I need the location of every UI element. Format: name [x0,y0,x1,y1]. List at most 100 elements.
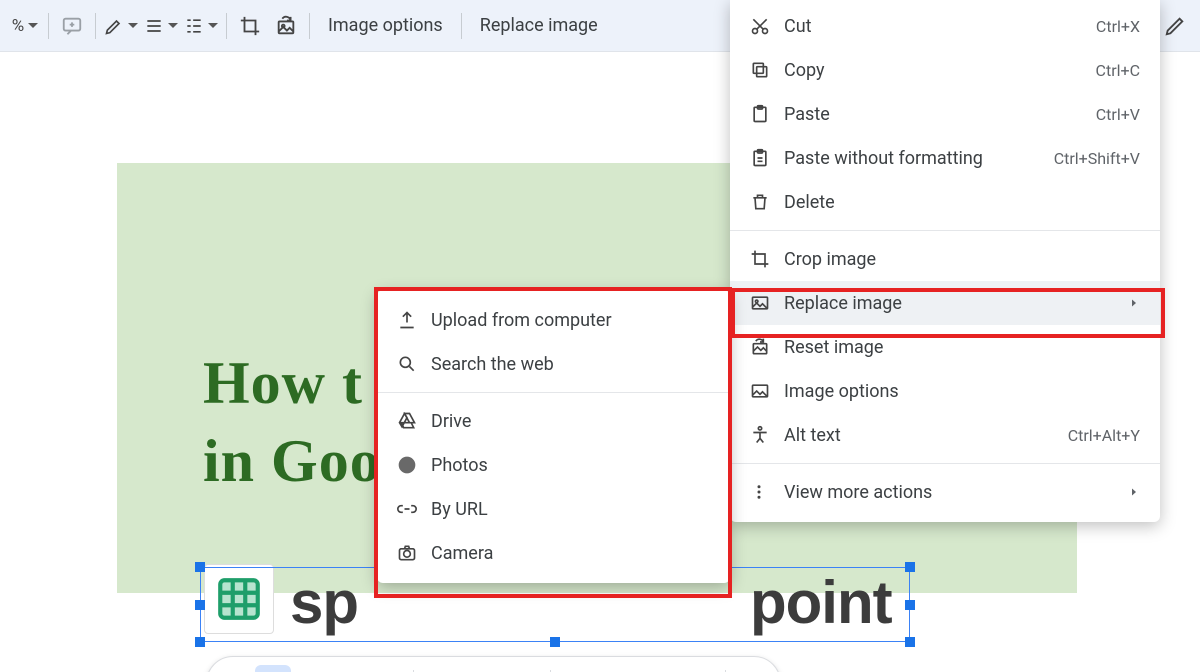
page-text-line1: How t [203,349,363,418]
ctx-cut-label: Cut [784,16,1096,37]
accessibility-icon [750,425,784,445]
resize-handle[interactable] [195,637,205,647]
crop-icon [750,249,784,269]
chevron-right-icon [1128,297,1140,309]
ctx-copy-label: Copy [784,60,1096,81]
sub-drive-label: Drive [431,411,710,432]
sub-camera-label: Camera [431,543,710,564]
sub-drive[interactable]: Drive [377,399,730,443]
ctx-copy-kbd: Ctrl+C [1096,61,1140,80]
caret-down-icon [168,23,178,28]
toolbar-separator [461,13,462,39]
replace-image-label: Replace image [480,15,598,36]
caret-down-icon [128,23,138,28]
cut-icon [750,16,784,36]
ctx-delete[interactable]: Delete [730,180,1160,224]
resize-handle[interactable] [905,637,915,647]
ctx-replace-label: Replace image [784,293,1128,314]
highlight-button[interactable] [104,10,138,42]
ctx-paste-nofmt-kbd: Ctrl+Shift+V [1054,149,1140,168]
more-options-button[interactable] [734,665,770,672]
ctx-reset-label: Reset image [784,337,1140,358]
wrap-text-button[interactable] [255,665,291,672]
photos-icon [397,455,431,475]
add-comment-button[interactable] [57,10,87,42]
sub-photos-label: Photos [431,455,710,476]
toolbar-separator [226,13,227,39]
editing-mode-button[interactable] [1160,10,1190,42]
infront-text-button[interactable] [369,665,405,672]
ctx-paste-kbd: Ctrl+V [1096,105,1140,124]
behind-text-button[interactable] [331,665,367,672]
wrap-inline-button[interactable] [217,665,253,672]
sub-photos[interactable]: Photos [377,443,730,487]
sub-search-label: Search the web [431,354,710,375]
ctx-crop-label: Crop image [784,249,1140,270]
submenu-separator [377,392,730,393]
ctx-separator [730,230,1160,231]
more-vert-icon [750,483,784,501]
ctx-paste-nofmt-label: Paste without formatting [784,148,1054,169]
ctx-paste-nofmt[interactable]: Paste without formatting Ctrl+Shift+V [730,136,1160,180]
paste-icon [750,104,784,124]
checklist-button[interactable] [184,10,218,42]
ctx-reset[interactable]: Reset image [730,325,1160,369]
caret-down-icon [208,23,218,28]
toolbar-separator [309,13,310,39]
toolbar-separator [48,13,49,39]
ctx-alt-label: Alt text [784,425,1068,446]
context-menu: Cut Ctrl+X Copy Ctrl+C Paste Ctrl+V Past… [730,0,1160,522]
caret-down-icon [28,23,38,28]
copy-icon [750,60,784,80]
sub-byurl-label: By URL [431,499,710,520]
ctx-paste[interactable]: Paste Ctrl+V [730,92,1160,136]
camera-icon [397,543,431,563]
ctx-alt-text[interactable]: Alt text Ctrl+Alt+Y [730,413,1160,457]
ctx-cut[interactable]: Cut Ctrl+X [730,4,1160,48]
ctx-more-label: View more actions [784,482,1128,503]
ctx-cut-kbd: Ctrl+X [1096,17,1140,36]
crop-button[interactable] [235,10,265,42]
break-text-button[interactable] [293,665,329,672]
ctx-paste-label: Paste [784,104,1096,125]
replace-image-submenu: Upload from computer Search the web Driv… [377,290,730,583]
sub-upload-label: Upload from computer [431,310,710,331]
ctx-separator [730,463,1160,464]
resize-handle[interactable] [905,562,915,572]
replace-image-button[interactable]: Replace image [470,10,608,42]
resize-handle[interactable] [195,562,205,572]
sub-camera[interactable]: Camera [377,531,730,575]
ctx-replace-image[interactable]: Replace image [730,281,1160,325]
image-options-button[interactable]: Image options [318,10,453,42]
upload-icon [397,310,431,330]
sub-upload[interactable]: Upload from computer [377,298,730,342]
page-text-line2: in Goo [203,427,381,496]
resize-handle[interactable] [905,600,915,610]
ctx-image-options[interactable]: Image options [730,369,1160,413]
search-icon [397,354,431,374]
zoom-dropdown[interactable]: % [10,10,40,42]
chevron-right-icon [1128,486,1140,498]
resize-handle[interactable] [550,637,560,647]
link-icon [397,499,431,519]
ctx-more[interactable]: View more actions [730,470,1160,514]
ctx-alt-kbd: Ctrl+Alt+Y [1068,426,1140,445]
zoom-label: % [12,16,24,36]
paste-nofmt-icon [750,148,784,168]
sub-search[interactable]: Search the web [377,342,730,386]
ctx-copy[interactable]: Copy Ctrl+C [730,48,1160,92]
toolbar-separator [95,13,96,39]
reset-icon [750,337,784,357]
ctx-delete-label: Delete [784,192,1140,213]
sub-byurl[interactable]: By URL [377,487,730,531]
line-spacing-button[interactable] [144,10,178,42]
image-options-label: Image options [328,15,443,36]
image-options-icon [750,381,784,401]
reset-image-button[interactable] [271,10,301,42]
ctx-imgopt-label: Image options [784,381,1140,402]
ctx-crop[interactable]: Crop image [730,237,1160,281]
resize-handle[interactable] [195,600,205,610]
image-icon [750,293,784,313]
delete-icon [750,192,784,212]
image-float-toolbar: 0" margin Move with text [206,656,781,672]
